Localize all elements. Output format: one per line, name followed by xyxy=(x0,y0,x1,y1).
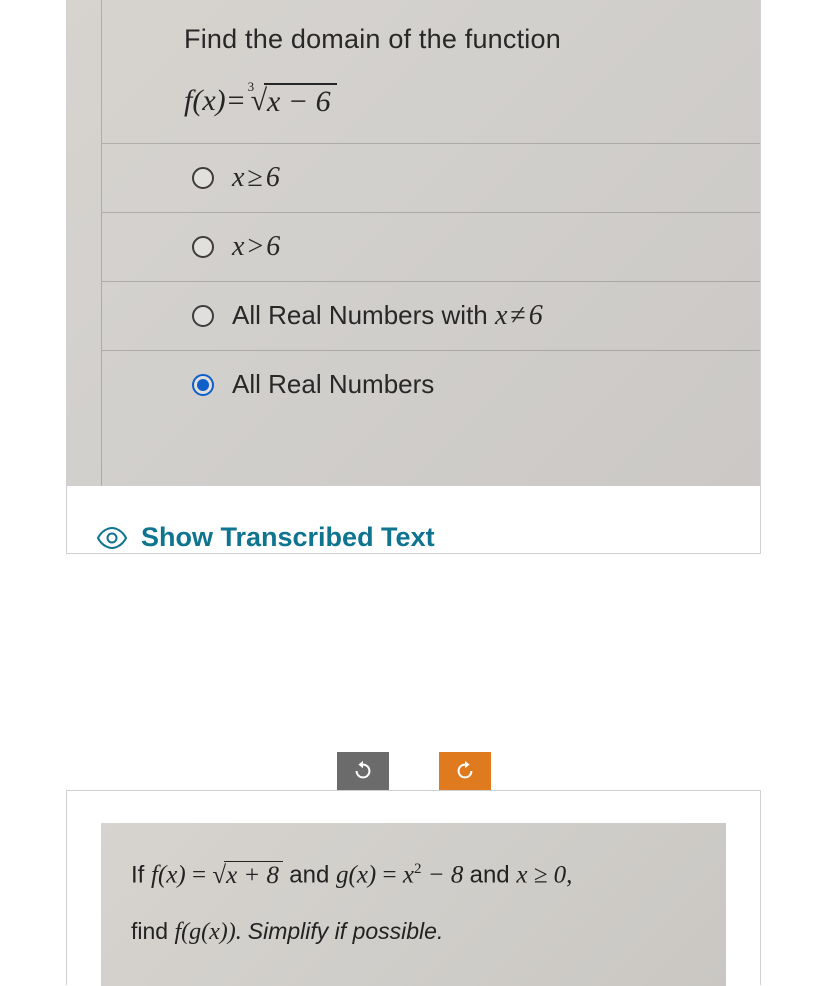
q2-x: x xyxy=(403,862,414,889)
option-label-0: x≥6 xyxy=(232,162,280,194)
q2-minus8: − 8 xyxy=(421,862,463,889)
show-transcribed-link[interactable]: Show Transcribed Text xyxy=(67,486,760,553)
option-row-3[interactable]: All Real Numbers xyxy=(102,350,760,418)
q2-eq2: = xyxy=(383,862,397,889)
q2-and2: and xyxy=(470,862,517,889)
root-index: 3 xyxy=(248,79,255,95)
eye-icon xyxy=(97,527,127,549)
rotate-left-icon xyxy=(352,760,374,782)
option-label-3: All Real Numbers xyxy=(232,369,434,400)
option-label-2: All Real Numbers with x≠6 xyxy=(232,300,543,332)
q2-gx: g(x) xyxy=(336,862,376,889)
option-label-1: x>6 xyxy=(232,231,280,263)
formula-eq: = xyxy=(228,84,245,118)
radicand: x − 6 xyxy=(264,83,337,119)
q2-fgx: f(g(x)). xyxy=(174,919,241,945)
radio-0[interactable] xyxy=(192,167,214,189)
question-1-image: Find the domain of the function f(x) = 3… xyxy=(67,0,760,486)
question-1-formula: f(x) = 3 √ x − 6 xyxy=(184,83,730,119)
option-row-2[interactable]: All Real Numbers with x≠6 xyxy=(102,281,760,350)
question-2-image: If f(x) = √ x + 8 and g(x) = x2 − 8 and … xyxy=(101,823,726,986)
q2-simplify: Simplify if possible. xyxy=(248,918,444,944)
q2-if: If xyxy=(131,862,151,889)
radio-1[interactable] xyxy=(192,236,214,258)
cube-root: 3 √ x − 6 xyxy=(251,83,337,119)
q2-fx: f(x) xyxy=(151,862,186,889)
question-2-line-2: find f(g(x)). Simplify if possible. xyxy=(131,918,696,946)
q2-and1: and xyxy=(289,862,336,889)
show-transcribed-label: Show Transcribed Text xyxy=(141,522,435,553)
radio-2[interactable] xyxy=(192,305,214,327)
q2-eq1: = xyxy=(192,862,206,889)
q2-find: find xyxy=(131,918,174,944)
question-1-text: Find the domain of the function xyxy=(184,24,730,55)
radio-3[interactable] xyxy=(192,374,214,396)
question-1-prompt: Find the domain of the function f(x) = 3… xyxy=(102,0,760,143)
q2-sqrt: √ x + 8 xyxy=(212,861,283,890)
formula-fx: f(x) xyxy=(184,84,226,118)
option-row-1[interactable]: x>6 xyxy=(102,212,760,281)
question-card-2: If f(x) = √ x + 8 and g(x) = x2 − 8 and … xyxy=(66,790,761,985)
rotate-right-button[interactable] xyxy=(439,752,491,790)
q2-radicand: x + 8 xyxy=(224,861,283,890)
question-card-1: Find the domain of the function f(x) = 3… xyxy=(66,0,761,554)
option-row-0[interactable]: x≥6 xyxy=(102,143,760,212)
q2-cond: x ≥ 0, xyxy=(516,862,572,889)
rotate-left-button[interactable] xyxy=(337,752,389,790)
question-2-line-1: If f(x) = √ x + 8 and g(x) = x2 − 8 and … xyxy=(131,861,696,890)
question-1-inner: Find the domain of the function f(x) = 3… xyxy=(101,0,760,486)
rotate-buttons xyxy=(66,752,761,790)
rotate-right-icon xyxy=(454,760,476,782)
